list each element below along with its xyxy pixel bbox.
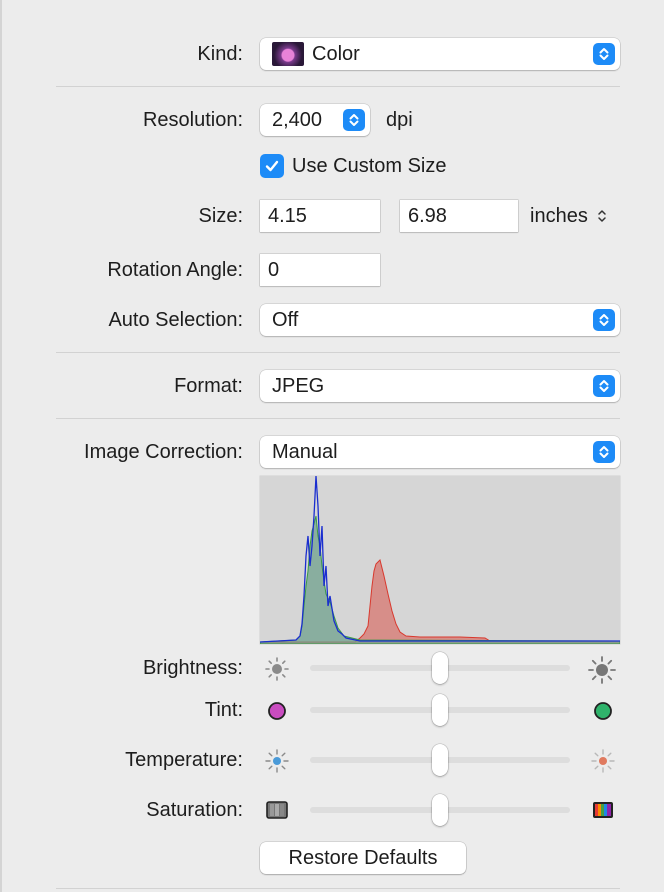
sun-bright-icon (588, 656, 616, 684)
brightness-label: Brightness: (142, 657, 243, 679)
kind-value: Color (312, 43, 360, 65)
warm-sun-icon (590, 748, 616, 774)
size-unit-popup[interactable]: inches (530, 200, 607, 232)
lotus-thumbnail-icon (272, 42, 304, 66)
resolution-stepper-icon (343, 109, 365, 131)
magenta-circle-icon (266, 700, 288, 722)
divider-3 (56, 418, 620, 419)
auto-selection-popup[interactable]: Off (260, 304, 620, 336)
unit-chevron-icon (598, 210, 607, 222)
tint-label: Tint: (204, 699, 243, 721)
use-custom-size-checkbox[interactable] (260, 154, 284, 178)
temperature-slider-knob[interactable] (432, 744, 448, 776)
size-unit-value: inches (530, 205, 588, 227)
rainbow-swatch-icon (592, 800, 614, 820)
resolution-value: 2,400 (272, 109, 323, 131)
format-value: JPEG (272, 375, 325, 397)
sun-dim-icon (264, 656, 290, 682)
divider-1 (56, 86, 620, 87)
size-label: Size: (198, 205, 243, 227)
auto-selection-value: Off (272, 309, 299, 331)
rotation-label: Rotation Angle: (107, 259, 243, 281)
saturation-slider-knob[interactable] (432, 794, 448, 826)
resolution-popup[interactable]: 2,400 (260, 104, 370, 136)
kind-popup[interactable]: Color (260, 38, 620, 70)
histogram (259, 475, 621, 645)
tint-slider-knob[interactable] (432, 694, 448, 726)
kind-stepper-icon (593, 43, 615, 65)
saturation-label: Saturation: (146, 799, 243, 821)
size-height-field[interactable]: 6.98 (400, 200, 518, 232)
gray-swatch-icon (266, 800, 288, 820)
cool-sun-icon (264, 748, 290, 774)
image-correction-stepper-icon (593, 441, 615, 463)
checkmark-icon (265, 160, 279, 172)
temperature-label: Temperature: (125, 749, 243, 771)
divider-2 (56, 352, 620, 353)
restore-defaults-button[interactable]: Restore Defaults (260, 842, 466, 874)
format-popup[interactable]: JPEG (260, 370, 620, 402)
format-stepper-icon (593, 375, 615, 397)
window-left-edge (0, 0, 2, 892)
image-correction-popup[interactable]: Manual (260, 436, 620, 468)
size-width-field[interactable]: 4.15 (260, 200, 380, 232)
bottom-divider (56, 888, 620, 889)
rotation-field[interactable]: 0 (260, 254, 380, 286)
auto-selection-stepper-icon (593, 309, 615, 331)
image-correction-label: Image Correction: (84, 441, 243, 463)
use-custom-size-label: Use Custom Size (292, 155, 447, 177)
resolution-unit: dpi (386, 109, 413, 131)
histogram-green-channel (259, 515, 621, 645)
auto-selection-label: Auto Selection: (108, 309, 243, 331)
brightness-slider-knob[interactable] (432, 652, 448, 684)
resolution-label: Resolution: (142, 109, 243, 131)
green-circle-icon (592, 700, 614, 722)
kind-label: Kind: (197, 43, 243, 65)
format-label: Format: (174, 375, 243, 397)
image-correction-value: Manual (272, 441, 338, 463)
